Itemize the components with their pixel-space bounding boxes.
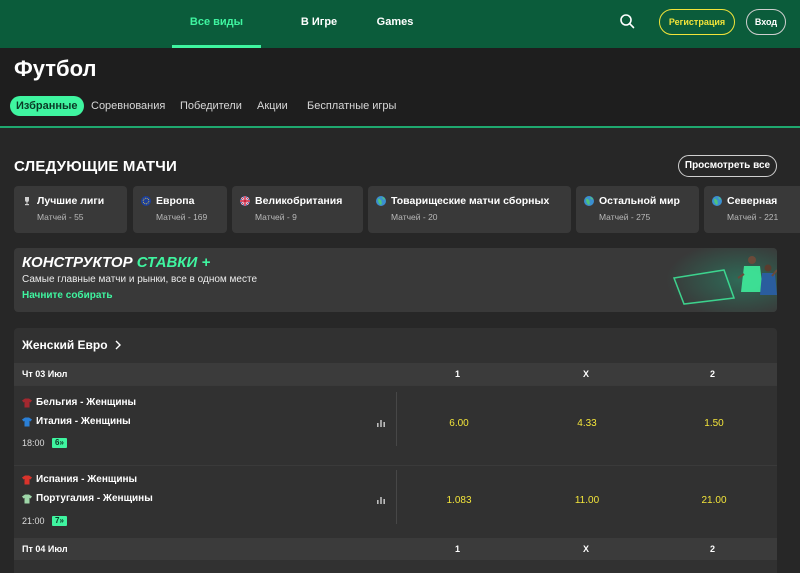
globe-icon — [376, 196, 386, 206]
competition-name: Северная — [727, 195, 778, 207]
subtab-winners[interactable]: Победители — [180, 96, 242, 116]
shirt-icon — [22, 494, 32, 503]
odds-home[interactable]: 6.00 — [409, 418, 509, 429]
competition-name: Европа — [156, 195, 195, 207]
search-button[interactable] — [617, 11, 639, 33]
page-title: Футбол — [14, 56, 97, 81]
markets-count: 6 — [55, 438, 60, 447]
markets-count-badge[interactable]: 6» — [52, 438, 67, 448]
team-name: Италия - Женщины — [36, 416, 131, 427]
stats-icon[interactable] — [376, 418, 386, 428]
team-name: Бельгия - Женщины — [36, 397, 137, 408]
league-header[interactable]: Женский Евро — [22, 338, 122, 352]
eu-flag-icon — [141, 196, 151, 206]
date-row: Пт 04 Июл 1 X 2 — [14, 538, 777, 560]
nav-tab-all-sports[interactable]: Все виды спорта — [172, 0, 261, 72]
competition-name: Великобритания — [255, 195, 343, 207]
globe-icon — [712, 196, 722, 206]
cup-icon — [25, 197, 29, 206]
col-header-away: 2 — [710, 369, 716, 379]
bet-builder-banner[interactable]: КОНСТРУКТОР СТАВКИ + Самые главные матчи… — [14, 248, 777, 312]
shirt-icon — [22, 398, 32, 407]
home-team[interactable]: Бельгия - Женщины — [22, 397, 136, 408]
top-navigation-bar: Все виды спорта В Игре Games Регистрация… — [0, 0, 800, 72]
view-all-button[interactable]: Просмотреть все — [678, 155, 777, 177]
chevron-right-icon — [115, 340, 121, 350]
players-illustration — [654, 248, 777, 312]
promo-title-main: КОНСТРУКТОР — [22, 254, 133, 271]
stats-icon[interactable] — [376, 495, 386, 505]
odds-away[interactable]: 1.50 — [664, 418, 764, 429]
divider — [396, 392, 397, 446]
promo-title-accent: СТАВКИ + — [136, 254, 211, 271]
competition-name: Товарищеские матчи сборных — [391, 195, 550, 207]
competition-card[interactable]: Северная Матчей - 221 — [704, 186, 800, 233]
away-team[interactable]: Италия - Женщины — [22, 416, 131, 427]
competition-count: Матчей - 20 — [391, 212, 438, 222]
competition-card[interactable]: Великобритания Матчей - 9 — [232, 186, 363, 233]
uk-flag-icon — [240, 196, 250, 206]
match-row[interactable]: Испания - Женщины Португалия - Женщины 2… — [14, 465, 777, 531]
promo-title: КОНСТРУКТОР СТАВКИ + — [22, 254, 210, 271]
odds-away[interactable]: 21.00 — [664, 495, 764, 506]
nav-tab-in-play[interactable]: В Игре — [298, 0, 340, 48]
register-button[interactable]: Регистрация — [659, 9, 735, 35]
competition-count: Матчей - 9 — [255, 212, 297, 222]
match-row[interactable]: Бельгия - Женщины Италия - Женщины 18:00… — [14, 385, 777, 451]
subtab-favourites[interactable]: Избранные — [10, 96, 84, 116]
sport-header: Футбол Избранные Соревнования Победители… — [0, 48, 800, 128]
match-time: 18:00 — [22, 438, 45, 448]
competition-card[interactable]: Лучшие лиги Матчей - 55 — [14, 186, 127, 233]
subtab-competitions[interactable]: Соревнования — [91, 96, 165, 116]
competition-count: Матчей - 169 — [156, 212, 208, 222]
subtab-free-games[interactable]: Бесплатные игры — [307, 96, 396, 116]
team-name: Испания - Женщины — [36, 474, 138, 485]
globe-icon — [584, 196, 594, 206]
promo-cta-link[interactable]: Начните собирать — [22, 290, 112, 301]
date-row: Чт 03 Июл 1 X 2 — [14, 363, 777, 385]
subtab-promotions[interactable]: Акции — [257, 96, 288, 116]
col-header-draw: X — [583, 369, 590, 379]
odds-draw[interactable]: 11.00 — [537, 495, 637, 506]
away-team[interactable]: Португалия - Женщины — [22, 493, 153, 504]
competition-card[interactable]: Европа Матчей - 169 — [133, 186, 227, 233]
competition-card[interactable]: Товарищеские матчи сборных Матчей - 20 — [368, 186, 571, 233]
competition-name: Лучшие лиги — [37, 195, 105, 207]
date-label: Пт 04 Июл — [22, 544, 68, 554]
col-header-home: 1 — [455, 544, 461, 554]
col-header-home: 1 — [455, 369, 461, 379]
markets-count: 7 — [55, 516, 60, 525]
login-button[interactable]: Вход — [746, 9, 786, 35]
competition-count: Матчей - 55 — [37, 212, 84, 222]
col-header-draw: X — [583, 544, 590, 554]
odds-home[interactable]: 1.083 — [409, 495, 509, 506]
markets-count-badge[interactable]: 7» — [52, 516, 67, 526]
section-title: СЛЕДУЮЩИЕ МАТЧИ — [14, 158, 177, 175]
competition-count: Матчей - 221 — [727, 212, 779, 222]
nav-tab-games[interactable]: Games — [375, 0, 415, 48]
league-section: Женский Евро Чт 03 Июл 1 X 2 Бельгия - Ж… — [14, 328, 777, 573]
team-name: Португалия - Женщины — [36, 493, 153, 504]
home-team[interactable]: Испания - Женщины — [22, 474, 137, 485]
shirt-icon — [22, 475, 32, 484]
competition-name: Остальной мир — [599, 195, 680, 207]
col-header-away: 2 — [710, 544, 716, 554]
competition-card[interactable]: Остальной мир Матчей - 275 — [576, 186, 699, 233]
competition-count: Матчей - 275 — [599, 212, 651, 222]
promo-description: Самые главные матчи и рынки, все в одном… — [22, 274, 258, 285]
shirt-icon — [22, 417, 32, 426]
odds-draw[interactable]: 4.33 — [537, 418, 637, 429]
match-time: 21:00 — [22, 516, 45, 526]
divider — [396, 470, 397, 524]
date-label: Чт 03 Июл — [22, 369, 68, 379]
league-name: Женский Евро — [22, 338, 108, 352]
search-icon — [620, 14, 635, 29]
